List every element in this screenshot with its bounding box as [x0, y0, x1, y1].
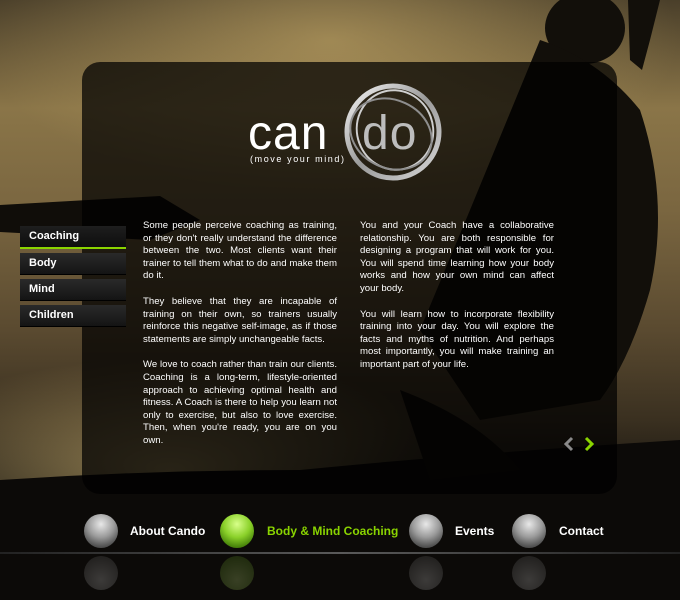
nav-ball-icon [409, 514, 443, 548]
paragraph: They believe that they are incapable of … [143, 295, 337, 345]
sidenav-item-mind[interactable]: Mind [20, 279, 126, 301]
paragraph: You will learn how to incorporate flexib… [360, 308, 554, 370]
logo-word-do: do [362, 107, 418, 160]
sidenav-item-coaching[interactable]: Coaching [20, 226, 126, 249]
nav-label: About Cando [130, 524, 206, 538]
chevron-right-icon[interactable] [582, 436, 596, 452]
paragraph: You and your Coach have a collaborative … [360, 220, 554, 294]
content-column-left: Some people perceive coaching as trainin… [143, 220, 337, 461]
nav-ball-icon [84, 514, 118, 548]
main-navigation: About Cando Body & Mind Coaching Events … [0, 514, 680, 550]
nav-ball-icon [220, 514, 254, 548]
nav-label: Body & Mind Coaching [267, 524, 399, 538]
nav-reflection [0, 556, 680, 600]
chevron-left-icon[interactable] [562, 436, 576, 452]
paragraph: We love to coach rather than train our c… [143, 359, 337, 446]
sidenav-item-children[interactable]: Children [20, 305, 126, 327]
logo-word-can: can [248, 107, 329, 160]
nav-label: Contact [559, 524, 604, 538]
content-column-right: You and your Coach have a collaborative … [360, 220, 554, 385]
logo-tagline: (move your mind) [250, 154, 346, 164]
nav-ball-icon [512, 514, 546, 548]
sidenav-item-body[interactable]: Body [20, 253, 126, 275]
footer-divider [0, 552, 680, 554]
paragraph: Some people perceive coaching as trainin… [143, 220, 337, 282]
side-navigation: Coaching Body Mind Children [20, 226, 126, 331]
pager [562, 436, 596, 452]
nav-label: Events [455, 524, 495, 538]
cando-logo: can do (move your mind) [248, 80, 448, 185]
